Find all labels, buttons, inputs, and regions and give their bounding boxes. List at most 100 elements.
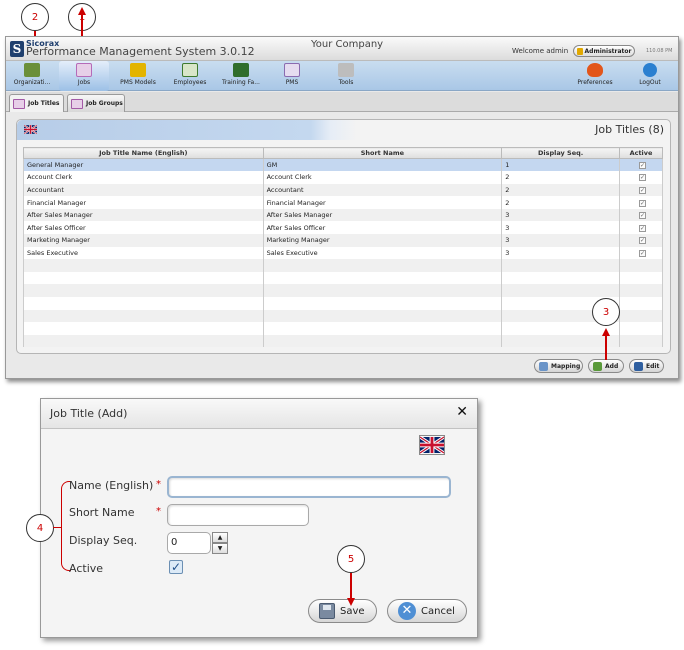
close-icon[interactable]: ✕	[456, 404, 468, 420]
table-row[interactable]: After Sales Officer After Sales Officer 3 ✓	[23, 221, 663, 235]
column-header-display-seq[interactable]: Display Seq.	[501, 147, 620, 159]
jobs-icon	[76, 63, 92, 77]
title-bar: S Sicorax Performance Management System …	[6, 37, 678, 61]
callout-5-arrowhead	[347, 598, 355, 606]
active-checkbox[interactable]: ✓	[639, 174, 646, 182]
cell-job-title-name	[23, 284, 264, 298]
cell-active: ✓	[619, 183, 663, 197]
table-row[interactable]: Account Clerk Account Clerk 2 ✓	[23, 171, 663, 184]
cancel-button[interactable]: ✕ Cancel	[387, 599, 467, 623]
toolbar-label: Tools	[338, 79, 354, 86]
table-row[interactable]: Sales Executive Sales Executive 3 ✓	[23, 246, 663, 260]
cell-short-name	[262, 297, 503, 310]
toolbar-pms-models[interactable]: PMS Models	[116, 61, 160, 91]
table-row[interactable]: After Sales Manager After Sales Manager 3 ✓	[23, 208, 663, 222]
uk-flag-icon[interactable]	[24, 125, 37, 134]
toolbar-preferences[interactable]: Preferences	[572, 61, 618, 91]
mapping-label: Mapping	[551, 362, 581, 370]
toolbar-label: Preferences	[577, 79, 613, 86]
required-marker: *	[156, 506, 161, 517]
table-row[interactable]: Financial Manager Financial Manager 2 ✓	[23, 196, 663, 209]
cell-active: ✓	[619, 158, 663, 172]
job-title-add-dialog: Job Title (Add) ✕ Name (English) * Short…	[40, 398, 478, 638]
callout-4-connector	[53, 527, 61, 528]
toolbar-label: Training Fa...	[222, 79, 260, 86]
table-row[interactable]: General Manager GM 1 ✓	[23, 158, 663, 172]
active-checkbox[interactable]: ✓	[639, 199, 646, 207]
table-row	[23, 309, 663, 323]
toolbar-pms[interactable]: PMS	[272, 61, 312, 91]
toolbar-organization[interactable]: Organizati...	[10, 61, 54, 91]
company-name: Your Company	[311, 39, 384, 50]
cell-job-title-name	[23, 271, 264, 285]
table-row[interactable]: Accountant Accountant 2 ✓	[23, 183, 663, 197]
cell-active: ✓	[619, 246, 663, 260]
spin-up-button[interactable]: ▲	[212, 532, 228, 543]
cell-job-title-name	[23, 309, 264, 323]
cell-job-title-name	[23, 334, 264, 348]
table-row	[23, 284, 663, 298]
heart-icon	[587, 63, 603, 77]
toolbar-employees[interactable]: Employees	[168, 61, 212, 91]
spin-down-button[interactable]: ▼	[212, 543, 228, 554]
active-checkbox[interactable]: ✓	[169, 560, 183, 574]
toolbar-label: LogOut	[639, 79, 661, 86]
callout-1-arrowhead	[78, 7, 86, 15]
cell-job-title-name: Accountant	[23, 183, 264, 197]
active-label: Active	[69, 562, 104, 575]
name-english-input[interactable]	[167, 476, 451, 498]
mapping-button[interactable]: Mapping	[534, 359, 583, 373]
cell-job-title-name: Marketing Manager	[23, 234, 264, 247]
tab-bar: Job Titles Job Groups	[6, 92, 678, 112]
cell-short-name	[262, 284, 503, 298]
cell-job-title-name	[23, 259, 264, 272]
short-name-label: Short Name	[69, 506, 135, 519]
active-checkbox[interactable]: ✓	[639, 186, 646, 194]
cell-active	[619, 297, 663, 310]
table-row	[23, 334, 663, 348]
tab-label: Job Titles	[28, 100, 60, 107]
active-checkbox[interactable]: ✓	[639, 224, 646, 232]
active-checkbox[interactable]: ✓	[639, 237, 646, 245]
name-label: Name (English)	[69, 479, 154, 492]
role-label: Administrator	[584, 48, 632, 55]
toolbar-jobs[interactable]: Jobs	[59, 61, 109, 91]
cell-active	[619, 334, 663, 348]
main-toolbar: Organizati... Jobs PMS Models Employees …	[6, 61, 678, 91]
cell-active: ✓	[619, 196, 663, 209]
table-row	[23, 322, 663, 335]
save-button[interactable]: Save	[308, 599, 377, 623]
cancel-icon: ✕	[398, 602, 416, 620]
active-checkbox[interactable]: ✓	[639, 212, 646, 220]
role-badge[interactable]: Administrator	[573, 45, 635, 57]
tab-label: Job Groups	[86, 100, 123, 107]
toolbar-tools[interactable]: Tools	[326, 61, 366, 91]
add-button[interactable]: Add	[588, 359, 624, 373]
tab-job-titles[interactable]: Job Titles	[9, 94, 64, 112]
save-label: Save	[340, 605, 365, 617]
table-row	[23, 297, 663, 310]
required-marker: *	[156, 479, 161, 490]
column-header-short-name[interactable]: Short Name	[262, 147, 503, 159]
active-checkbox[interactable]: ✓	[639, 162, 646, 170]
toolbar-logout[interactable]: LogOut	[630, 61, 670, 91]
training-icon	[233, 63, 249, 77]
toolbar-label: Employees	[173, 79, 207, 86]
table-row[interactable]: Marketing Manager Marketing Manager 3 ✓	[23, 234, 663, 247]
short-name-input[interactable]	[167, 504, 309, 526]
cell-short-name: Sales Executive	[262, 246, 503, 260]
toolbar-training[interactable]: Training Fa...	[218, 61, 264, 91]
cell-active	[619, 309, 663, 323]
tab-job-groups[interactable]: Job Groups	[67, 94, 125, 112]
callout-5-arrow	[350, 573, 352, 600]
column-header-active[interactable]: Active	[619, 147, 663, 159]
callout-4: 4	[26, 514, 54, 542]
sicorax-logo: S	[10, 41, 24, 57]
cell-job-title-name: Financial Manager	[23, 196, 264, 209]
display-seq-input[interactable]: 0	[167, 532, 211, 554]
active-checkbox[interactable]: ✓	[639, 249, 646, 257]
column-header-name[interactable]: Job Title Name (English)	[23, 147, 264, 159]
uk-flag-icon[interactable]	[419, 435, 445, 455]
display-seq-label: Display Seq.	[69, 534, 138, 547]
edit-button[interactable]: Edit	[629, 359, 664, 373]
